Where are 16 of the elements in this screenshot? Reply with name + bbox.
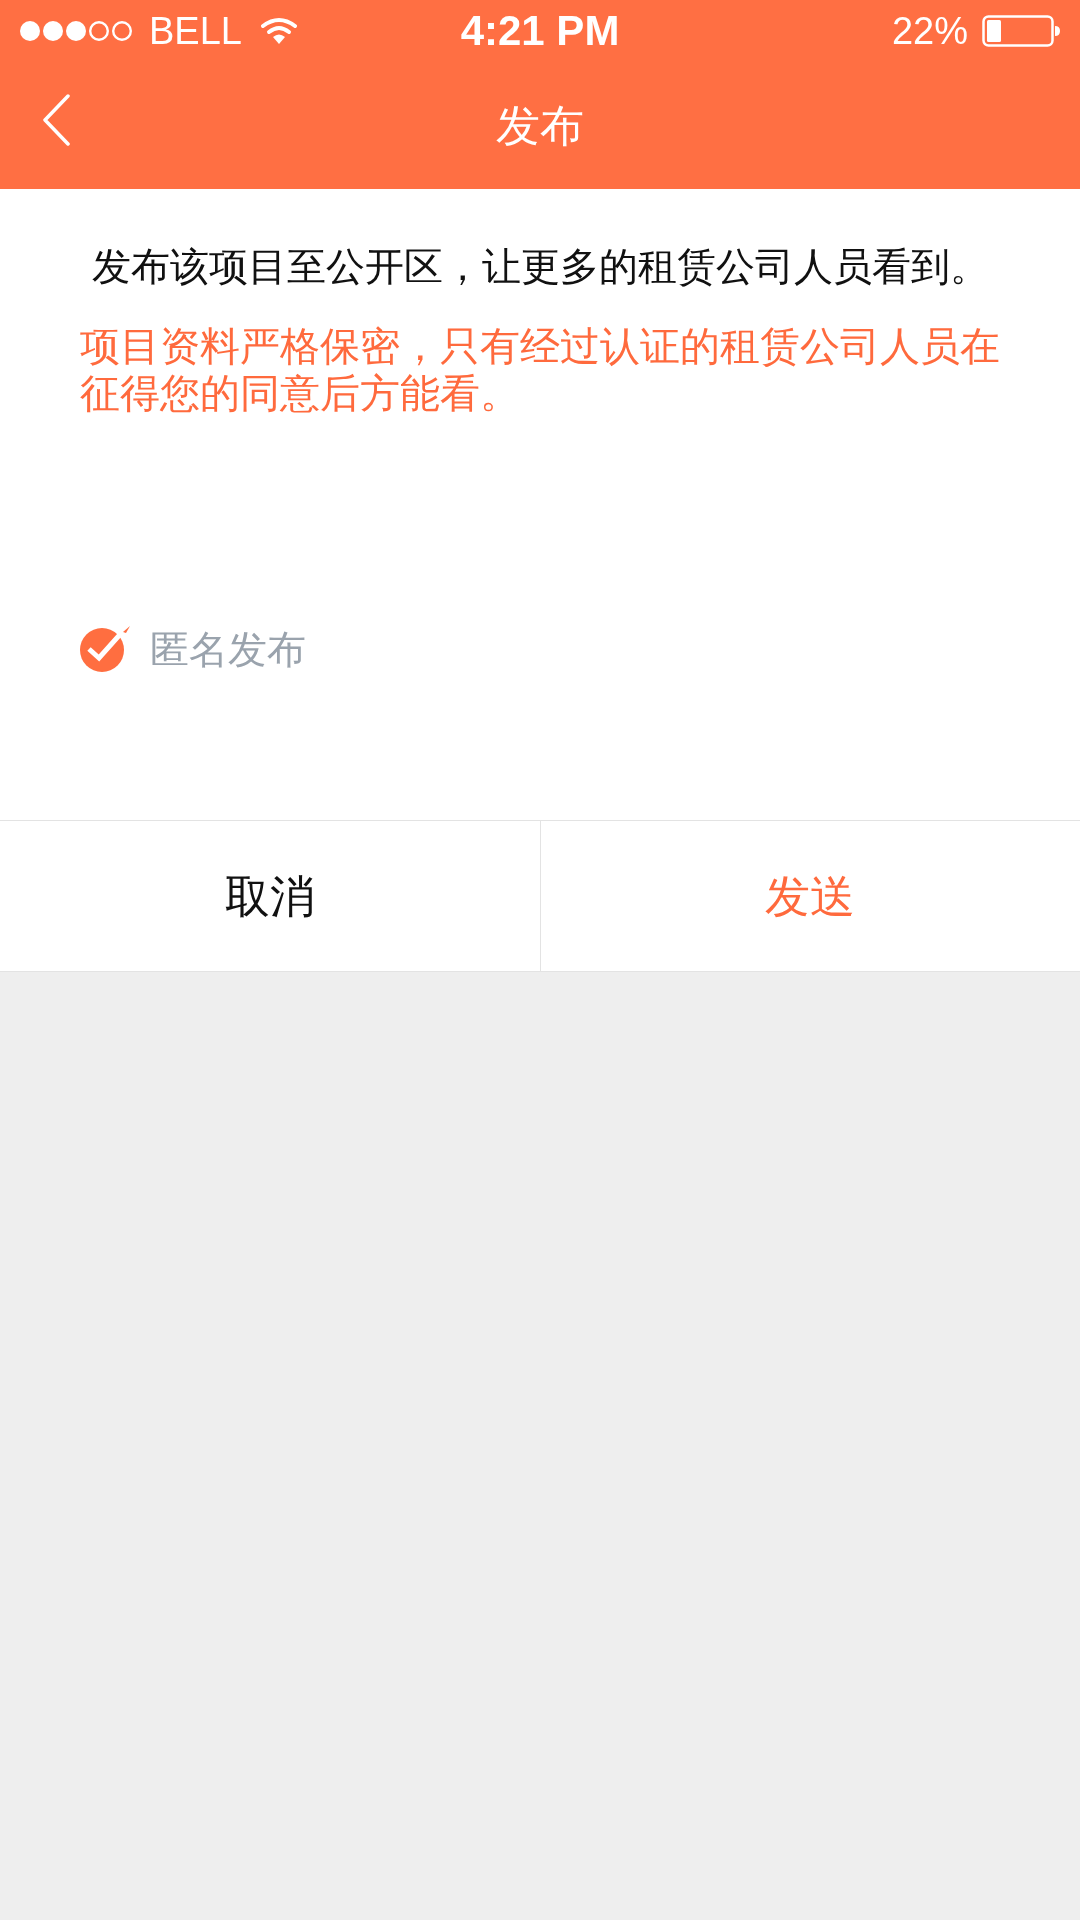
page-title: 发布 [496, 103, 584, 148]
carrier-name: BELL [149, 12, 242, 50]
publish-description: 发布该项目至公开区，让更多的租赁公司人员看到。 [91, 244, 989, 290]
signal-empty-dot-icon [89, 21, 109, 41]
signal-empty-dot-icon [112, 21, 132, 41]
back-chevron-icon[interactable] [42, 94, 70, 146]
confidentiality-notice: 项目资料严格保密，只有经过认证的租赁公司人员在征得您的同意后方能看。 [80, 323, 1001, 417]
clock-time: 4:21 PM [460, 10, 620, 52]
anonymous-option-label[interactable]: 匿名发布 [150, 629, 306, 669]
checked-circle-icon[interactable] [80, 625, 130, 673]
signal-dot-icon [43, 21, 63, 41]
signal-dot-icon [20, 21, 40, 41]
battery-percentage: 22% [891, 12, 968, 50]
battery-icon [982, 15, 1060, 47]
wifi-icon [260, 17, 297, 45]
signal-dot-icon [66, 21, 86, 41]
